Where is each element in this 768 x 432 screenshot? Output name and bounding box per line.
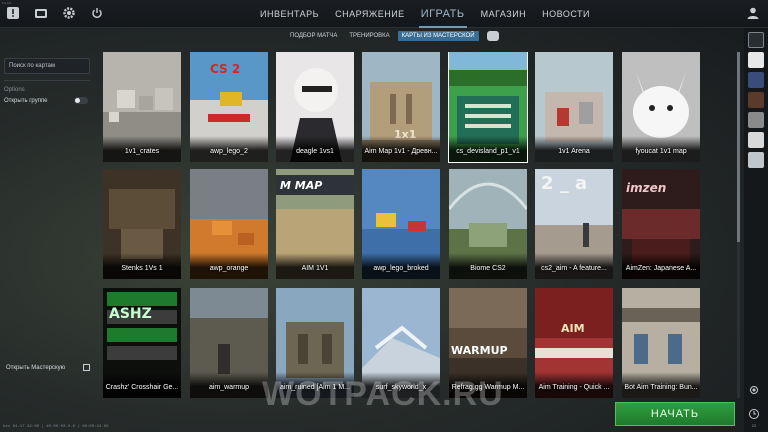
- map-name: AimZen: Japanese A...: [622, 253, 700, 279]
- counter-label: 22: [751, 423, 757, 428]
- map-tile[interactable]: 2 _ a cs2_aim - A feature...: [535, 169, 613, 279]
- map-tile[interactable]: deagle 1vs1: [276, 52, 354, 162]
- nav-inventory[interactable]: ИНВЕНТАРЬ: [252, 0, 327, 28]
- version-label: 1.0.0.0: [2, 1, 12, 5]
- friend-avatar[interactable]: [748, 72, 764, 88]
- map-tile[interactable]: 1x1 Aim Map 1v1 - Древн...: [362, 52, 440, 162]
- friend-avatar[interactable]: [748, 112, 764, 128]
- map-name: fyoucat 1v1 map: [622, 136, 700, 162]
- left-panel: Поиск по картам Options Открыть группе: [4, 58, 92, 378]
- map-name: Aim Training - Quick ...: [535, 372, 613, 398]
- map-name: awp_lego_broked: [362, 253, 440, 279]
- broadcast-icon[interactable]: [748, 384, 760, 396]
- gear-icon[interactable]: [62, 6, 76, 20]
- status-line: ben 04-17 22:00 | 40.00.03.0.0 | 00:00:2…: [3, 425, 109, 429]
- map-name: Stenks 1Vs 1: [103, 253, 181, 279]
- exclamation-icon[interactable]: [6, 6, 20, 20]
- nav-store[interactable]: МАГАЗИН: [473, 0, 535, 28]
- map-name: AIM 1V1: [276, 253, 354, 279]
- friend-avatar[interactable]: [748, 52, 764, 68]
- map-tile[interactable]: Biome CS2: [449, 169, 527, 279]
- map-overlay-text: ASHZ: [109, 306, 152, 322]
- open-workshop-label: Открыть Мастерскую: [6, 364, 66, 371]
- map-tile-selected[interactable]: cs_devisland_p1_v1: [448, 52, 528, 163]
- scrollbar-thumb[interactable]: [737, 52, 740, 242]
- map-tile[interactable]: M MAP AIM 1V1: [276, 169, 354, 279]
- tab-practice[interactable]: ТРЕНИРОВКА: [345, 31, 393, 41]
- open-to-group-label: Открыть группе: [4, 97, 48, 104]
- map-tile[interactable]: awp_lego_broked: [362, 169, 440, 279]
- friend-avatar[interactable]: [748, 92, 764, 108]
- map-overlay-text: WARMUP: [451, 344, 508, 357]
- map-name: Bot Aim Training: Bun...: [622, 372, 700, 398]
- map-tile[interactable]: imzen AimZen: Japanese A...: [622, 169, 700, 279]
- nav-loadout[interactable]: СНАРЯЖЕНИЕ: [327, 0, 413, 28]
- map-name: cs_devisland_p1_v1: [449, 136, 527, 162]
- start-button[interactable]: НАЧАТЬ: [615, 402, 735, 426]
- map-name: Aim Map 1v1 - Древн...: [362, 136, 440, 162]
- friends-sidebar: [744, 28, 768, 432]
- map-name: awp_orange: [190, 253, 268, 279]
- main-nav: ИНВЕНТАРЬ СНАРЯЖЕНИЕ ИГРАТЬ МАГАЗИН НОВО…: [252, 0, 598, 28]
- map-tile[interactable]: ASHZ Crashz' Crosshair Ge...: [103, 288, 181, 398]
- play-subtabs: ПОДБОР МАТЧА ТРЕНИРОВКА КАРТЫ ИЗ МАСТЕРС…: [286, 29, 499, 43]
- open-to-group-row: Открыть группе: [4, 97, 88, 104]
- nav-play[interactable]: ИГРАТЬ: [413, 0, 473, 28]
- map-name: 1v1_crates: [103, 136, 181, 162]
- map-tile[interactable]: aim_warmup: [190, 288, 268, 398]
- map-tile[interactable]: awp_orange: [190, 169, 268, 279]
- tab-matchmaking[interactable]: ПОДБОР МАТЧА: [286, 31, 341, 41]
- map-overlay-text: imzen: [626, 181, 667, 195]
- grid-scrollbar[interactable]: [737, 52, 740, 398]
- map-name: Crashz' Crosshair Ge...: [103, 372, 181, 398]
- divider: [4, 80, 90, 81]
- history-icon[interactable]: 22: [748, 408, 760, 428]
- bottom-right-icons: 22: [748, 384, 760, 428]
- nav-news[interactable]: НОВОСТИ: [534, 0, 598, 28]
- map-name: awp_lego_2: [190, 136, 268, 162]
- map-tile[interactable]: CS 2 awp_lego_2: [190, 52, 268, 162]
- map-overlay-text: M MAP: [280, 179, 323, 192]
- map-name: cs2_aim - A feature...: [535, 253, 613, 279]
- map-name: 1v1 Arena: [535, 136, 613, 162]
- map-tile[interactable]: Bot Aim Training: Bun...: [622, 288, 700, 398]
- map-name: Biome CS2: [449, 253, 527, 279]
- map-name: deagle 1vs1: [276, 136, 354, 162]
- user-icon[interactable]: [746, 6, 760, 20]
- friend-avatar[interactable]: [748, 132, 764, 148]
- add-friend-icon[interactable]: [748, 32, 764, 48]
- map-name: aim_warmup: [190, 372, 268, 398]
- map-tile[interactable]: Stenks 1Vs 1: [103, 169, 181, 279]
- power-icon[interactable]: [90, 6, 104, 20]
- friend-avatar[interactable]: [748, 152, 764, 168]
- map-tile[interactable]: 1v1 Arena: [535, 52, 613, 162]
- map-overlay-text: CS 2: [210, 62, 241, 76]
- chat-icon[interactable]: [486, 31, 499, 41]
- external-link-icon: [83, 364, 90, 371]
- options-header: Options: [4, 87, 25, 93]
- map-overlay-text: 2 _ a: [541, 173, 588, 194]
- open-workshop-link[interactable]: Открыть Мастерскую: [6, 364, 90, 371]
- map-tile[interactable]: fyoucat 1v1 map: [622, 52, 700, 162]
- tab-workshop-maps[interactable]: КАРТЫ ИЗ МАСТЕРСКОЙ: [397, 31, 479, 41]
- map-overlay-text: AIM: [561, 322, 585, 335]
- top-left-icons: [6, 6, 104, 20]
- top-bar: 1.0.0.0 ИНВЕНТАРЬ СНАРЯЖЕНИЕ ИГРАТЬ МАГА…: [0, 0, 768, 28]
- tv-icon[interactable]: [34, 6, 48, 20]
- open-to-group-toggle[interactable]: [74, 97, 88, 104]
- workshop-map-grid: 1v1_crates CS 2 awp_lego_2 deagle 1vs1 1…: [103, 52, 703, 398]
- watermark-text: WOTPACK.RU: [262, 375, 504, 413]
- map-search-input[interactable]: Поиск по картам: [4, 58, 90, 74]
- map-tile[interactable]: 1v1_crates: [103, 52, 181, 162]
- map-tile[interactable]: AIM Aim Training - Quick ...: [535, 288, 613, 398]
